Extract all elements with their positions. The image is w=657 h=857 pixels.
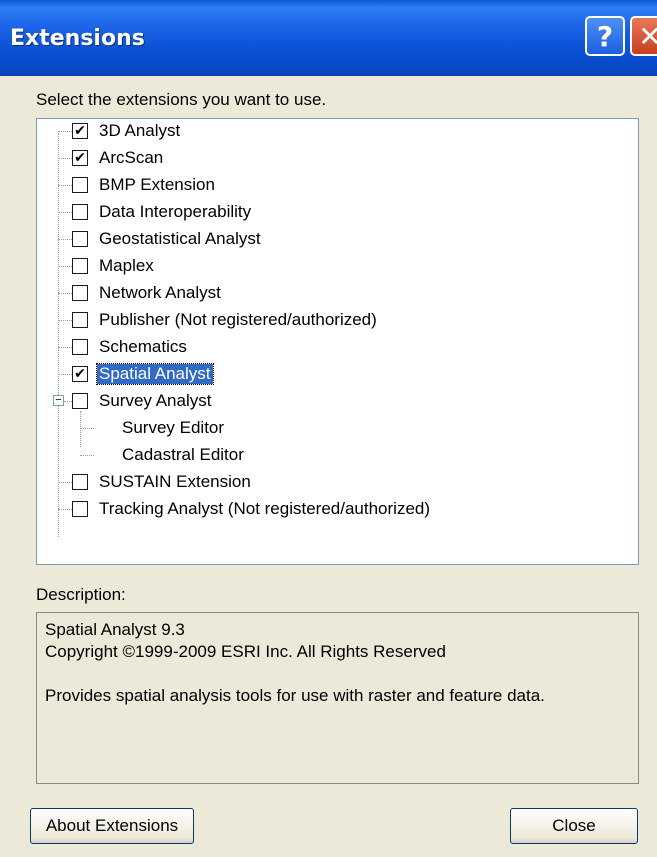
tree-connector [58,347,72,348]
tree-connector [58,482,72,483]
help-button[interactable]: ? [585,16,625,56]
extensions-tree[interactable]: ✔ 3D Analyst ✔ ArcScan BMP Extension Dat… [36,118,639,565]
tree-item-geostatistical-analyst[interactable]: Geostatistical Analyst [37,227,597,253]
help-icon: ? [596,19,614,53]
tree-item-arcscan[interactable]: ✔ ArcScan [37,146,597,172]
about-extensions-label: About Extensions [45,816,179,835]
checkbox-spatial-analyst[interactable]: ✔ [72,366,88,382]
checkbox-arcscan[interactable]: ✔ [72,150,88,166]
tree-connector [58,266,72,267]
tree-connector [80,455,94,456]
tree-item-tracking-analyst[interactable]: Tracking Analyst (Not registered/authori… [37,497,597,523]
collapse-icon[interactable]: − [53,395,64,406]
description-box: Spatial Analyst 9.3 Copyright ©1999-2009… [36,612,639,784]
tree-connector [58,131,72,132]
close-window-button[interactable]: ✕ [630,16,657,56]
tree-item-spatial-analyst[interactable]: ✔ Spatial Analyst [37,362,597,388]
tree-child-cadastral-editor[interactable]: Cadastral Editor [37,443,597,469]
item-label: ArcScan [99,148,164,167]
tree-item-sustain-extension[interactable]: SUSTAIN Extension [37,470,597,496]
tree-item-bmp-extension[interactable]: BMP Extension [37,173,597,199]
tree-connector [58,212,72,213]
tree-item-maplex[interactable]: Maplex [37,254,597,280]
close-button-label: Close [552,816,596,835]
item-label: Data Interoperability [99,202,252,221]
description-line: Copyright ©1999-2009 ESRI Inc. All Right… [45,642,446,661]
tree-item-schematics[interactable]: Schematics [37,335,597,361]
description-label: Description: [36,585,126,604]
tree-connector [64,401,72,402]
close-button[interactable]: Close [510,808,638,844]
checkbox-schematics[interactable] [72,339,88,355]
item-label-selected: Spatial Analyst [96,363,214,385]
item-label: Maplex [99,256,154,275]
title-bar[interactable]: Extensions ? ✕ [0,0,657,76]
item-label: Schematics [99,337,187,356]
child-label: Cadastral Editor [122,445,244,464]
checkbox-tracking-analyst[interactable] [72,501,88,517]
item-label: Survey Analyst [99,391,212,410]
tree-connector [58,374,72,375]
close-icon: ✕ [638,19,657,53]
child-label: Survey Editor [122,418,225,437]
tree-connector [58,509,72,510]
checkbox-data-interoperability[interactable] [72,204,88,220]
checkbox-sustain-extension[interactable] [72,474,88,490]
checkbox-geostatistical-analyst[interactable] [72,231,88,247]
checkbox-3d-analyst[interactable]: ✔ [72,123,88,139]
tree-connector [58,158,72,159]
item-label: Publisher (Not registered/authorized) [99,310,377,329]
checkbox-bmp-extension[interactable] [72,177,88,193]
tree-connector [58,293,72,294]
item-label: Network Analyst [99,283,221,302]
tree-item-data-interoperability[interactable]: Data Interoperability [37,200,597,226]
about-extensions-button[interactable]: About Extensions [30,808,194,844]
tree-connector [58,239,72,240]
checkbox-publisher[interactable] [72,312,88,328]
tree-item-3d-analyst[interactable]: ✔ 3D Analyst [37,119,597,145]
item-label: SUSTAIN Extension [99,472,251,491]
window-title: Extensions [10,26,145,51]
description-line [45,663,630,685]
description-line: Spatial Analyst 9.3 [45,620,185,639]
tree-connector [58,320,72,321]
tree-child-survey-editor[interactable]: Survey Editor [37,416,597,442]
tree-connector [58,185,72,186]
tree-item-network-analyst[interactable]: Network Analyst [37,281,597,307]
item-label: BMP Extension [99,175,215,194]
item-label: Tracking Analyst (Not registered/authori… [99,499,431,518]
item-label: Geostatistical Analyst [99,229,261,248]
tree-connector [80,428,94,429]
tree-item-survey-analyst[interactable]: − Survey Analyst [37,389,597,415]
checkbox-survey-analyst[interactable] [72,393,88,409]
checkbox-maplex[interactable] [72,258,88,274]
tree-item-publisher[interactable]: Publisher (Not registered/authorized) [37,308,597,334]
description-line: Provides spatial analysis tools for use … [45,686,545,705]
extensions-dialog: Extensions ? ✕ Select the extensions you… [0,0,657,857]
instructions-label: Select the extensions you want to use. [36,90,327,109]
checkbox-network-analyst[interactable] [72,285,88,301]
item-label: 3D Analyst [99,121,181,140]
